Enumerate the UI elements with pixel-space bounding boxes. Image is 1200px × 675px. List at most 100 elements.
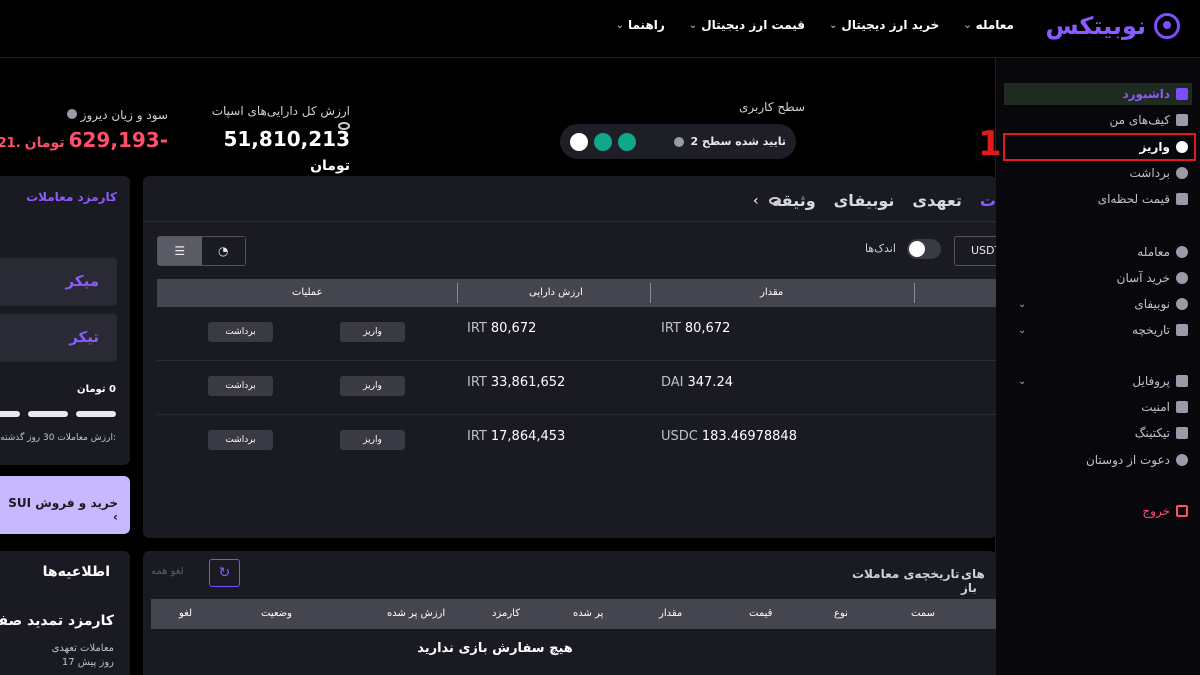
chevron-down-icon: ⌄ bbox=[829, 19, 838, 31]
chevron-down-icon: ⌄ bbox=[1018, 298, 1027, 310]
sidebar-item-label: دعوت از دوستان bbox=[1085, 453, 1170, 467]
news-headline[interactable]: کارمزد تمدید صفر د bbox=[0, 613, 114, 629]
header-type: نوع bbox=[834, 608, 848, 619]
tab-open-orders[interactable]: های باز bbox=[961, 567, 996, 595]
nobify-icon bbox=[1176, 298, 1188, 310]
sidebar-item-label: امنیت bbox=[1141, 400, 1170, 414]
sidebar-item-label: خروج bbox=[1142, 504, 1170, 518]
pnl-percent: .21% bbox=[0, 136, 21, 151]
sidebar-item-label: قیمت لحظه‌ای bbox=[1097, 192, 1170, 206]
pie-chart-icon[interactable]: ◔ bbox=[201, 237, 245, 265]
small-balances-toggle[interactable] bbox=[907, 239, 941, 259]
user-level-badge[interactable]: تایید شده سطح 2 bbox=[560, 124, 796, 159]
sidebar-item-invite[interactable]: دعوت از دوستان bbox=[1004, 449, 1192, 471]
sidebar-item-logout[interactable]: خروج bbox=[1004, 500, 1192, 522]
sidebar-item-live-price[interactable]: قیمت لحظه‌ای bbox=[1004, 188, 1192, 210]
sidebar-item-label: پروفایل bbox=[1132, 374, 1170, 388]
sidebar-item-profile[interactable]: پروفایل ⌄ bbox=[1004, 370, 1192, 392]
sidebar-item-dashboard[interactable]: داشبورد bbox=[1004, 83, 1192, 105]
sidebar-item-security[interactable]: امنیت bbox=[1004, 396, 1192, 418]
asset-value: IRT 80,672 bbox=[467, 321, 537, 336]
invite-icon bbox=[1176, 454, 1188, 466]
buy-sell-button[interactable]: خرید و فروش SUI › bbox=[0, 476, 130, 534]
withdraw-button[interactable]: برداشت bbox=[208, 376, 273, 396]
fee-level-bar bbox=[76, 411, 116, 417]
header-side: سمت bbox=[911, 608, 935, 619]
withdraw-button[interactable]: برداشت bbox=[208, 430, 273, 450]
deposit-button[interactable]: واریز bbox=[340, 430, 405, 450]
cancel-all-button[interactable]: لغو همه bbox=[151, 566, 184, 577]
pnl-title: سود و زیان دیروز bbox=[40, 108, 168, 122]
table-row: برداشت واریز IRT 80,672 IRT 80,672 bbox=[157, 307, 996, 361]
header-actions: عملیات bbox=[292, 287, 323, 298]
fee-level-bars bbox=[0, 411, 116, 417]
tab-nobify[interactable]: نوبیفای bbox=[834, 191, 895, 210]
sidebar-item-label: معامله bbox=[1137, 245, 1170, 259]
header-price: قیمت bbox=[749, 608, 773, 619]
deposit-button[interactable]: واریز bbox=[340, 322, 405, 342]
logo[interactable]: نوبیتکس bbox=[1045, 12, 1180, 40]
withdraw-button[interactable]: برداشت bbox=[208, 322, 273, 342]
header-cancel: لغو bbox=[179, 608, 193, 619]
sidebar-item-label: برداشت bbox=[1129, 166, 1170, 180]
level-dot-complete bbox=[594, 132, 612, 151]
orders-panel: های باز تاریخچه‌ی معاملات ↻ لغو همه سمت … bbox=[143, 551, 996, 675]
spot-assets-value: 51,810,213 تومان bbox=[198, 127, 350, 175]
fee-level-bar bbox=[28, 411, 68, 417]
fee-volume-amount: 0 تومان bbox=[77, 384, 116, 395]
sidebar-item-trade[interactable]: معامله bbox=[1004, 241, 1192, 263]
refresh-icon[interactable]: ↻ bbox=[209, 559, 240, 587]
chevron-down-icon: ⌄ bbox=[1018, 324, 1027, 336]
price-icon bbox=[1176, 193, 1188, 205]
deposit-button[interactable]: واریز bbox=[340, 376, 405, 396]
info-icon[interactable] bbox=[66, 109, 77, 119]
table-row: برداشت واریز IRT 33,861,652 DAI 347.24 bbox=[157, 361, 996, 415]
chevron-down-icon: ⌄ bbox=[1018, 375, 1027, 387]
sidebar-item-wallets[interactable]: کیف‌های من bbox=[1004, 109, 1192, 131]
annotation-highlight-box bbox=[1003, 133, 1196, 161]
nav-help[interactable]: راهنما ⌄ bbox=[616, 18, 665, 32]
tab-trade-history[interactable]: تاریخچه‌ی معاملات bbox=[852, 567, 959, 581]
dashboard-icon bbox=[1176, 88, 1188, 100]
asset-value: IRT 17,864,453 bbox=[467, 429, 566, 444]
assets-panel: ت تعهدی نوبیفای وثیقه ‹ ☰ ◔ اندک‌ها USDT… bbox=[143, 176, 996, 538]
sidebar-item-label: کیف‌های من bbox=[1109, 113, 1170, 127]
sidebar-item-nobify[interactable]: نوبیفای ⌄ bbox=[1004, 293, 1192, 315]
header-divider bbox=[650, 283, 651, 303]
sidebar-item-history[interactable]: تاریخچه ⌄ bbox=[1004, 319, 1192, 341]
header-filled: پر شده bbox=[573, 608, 604, 619]
divider bbox=[143, 221, 996, 222]
currency-select[interactable]: USDT bbox=[954, 236, 996, 266]
buy-sell-label: خرید و فروش SUI bbox=[8, 496, 118, 510]
chevron-left-icon[interactable]: ‹ bbox=[753, 193, 759, 209]
info-icon[interactable] bbox=[674, 136, 685, 147]
chevron-down-icon: ⌄ bbox=[688, 19, 698, 31]
tab-spot[interactable]: ت bbox=[980, 191, 996, 210]
header-value: ارزش دارایی bbox=[529, 287, 583, 298]
nav-buy-crypto[interactable]: خرید ارز دیجیتال ⌄ bbox=[829, 18, 939, 32]
calendar-icon bbox=[1176, 324, 1188, 336]
list-view-icon[interactable]: ☰ bbox=[158, 237, 202, 265]
pnl-unit: تومان bbox=[24, 135, 65, 151]
nav-buy-crypto-label: خرید ارز دیجیتال bbox=[841, 18, 940, 32]
tab-margin[interactable]: تعهدی bbox=[912, 191, 962, 210]
logo-icon bbox=[1154, 13, 1180, 39]
nav-trade[interactable]: معامله ⌄ bbox=[963, 18, 1014, 32]
logo-text: نوبیتکس bbox=[1045, 12, 1146, 40]
eye-slash-icon[interactable] bbox=[769, 197, 782, 205]
table-row: برداشت واریز IRT 17,864,453 USDC 183.46978… bbox=[157, 415, 996, 469]
level-indicator bbox=[570, 132, 636, 151]
maker-fee: میکر bbox=[0, 258, 117, 306]
sidebar-item-easy-buy[interactable]: خرید آسان bbox=[1004, 267, 1192, 289]
pnl-number: -629,193 bbox=[68, 128, 168, 152]
logout-icon bbox=[1176, 505, 1188, 517]
fees-card: کارمزد معاملات میکر تیکر 0 تومان ارزش مع… bbox=[0, 176, 130, 465]
fee-volume-note: ارزش معاملات 30 روز گذشته: bbox=[0, 433, 116, 443]
shield-icon bbox=[1176, 401, 1188, 413]
sidebar-item-ticketing[interactable]: تیکتینگ bbox=[1004, 422, 1192, 444]
trade-icon bbox=[1176, 246, 1188, 258]
sidebar-item-withdraw[interactable]: برداشت bbox=[1004, 162, 1192, 184]
sidebar-item-label: نوبیفای bbox=[1134, 297, 1170, 311]
level-dot-complete bbox=[618, 132, 636, 151]
nav-crypto-price[interactable]: قیمت ارز دیجیتال ⌄ bbox=[689, 18, 805, 32]
